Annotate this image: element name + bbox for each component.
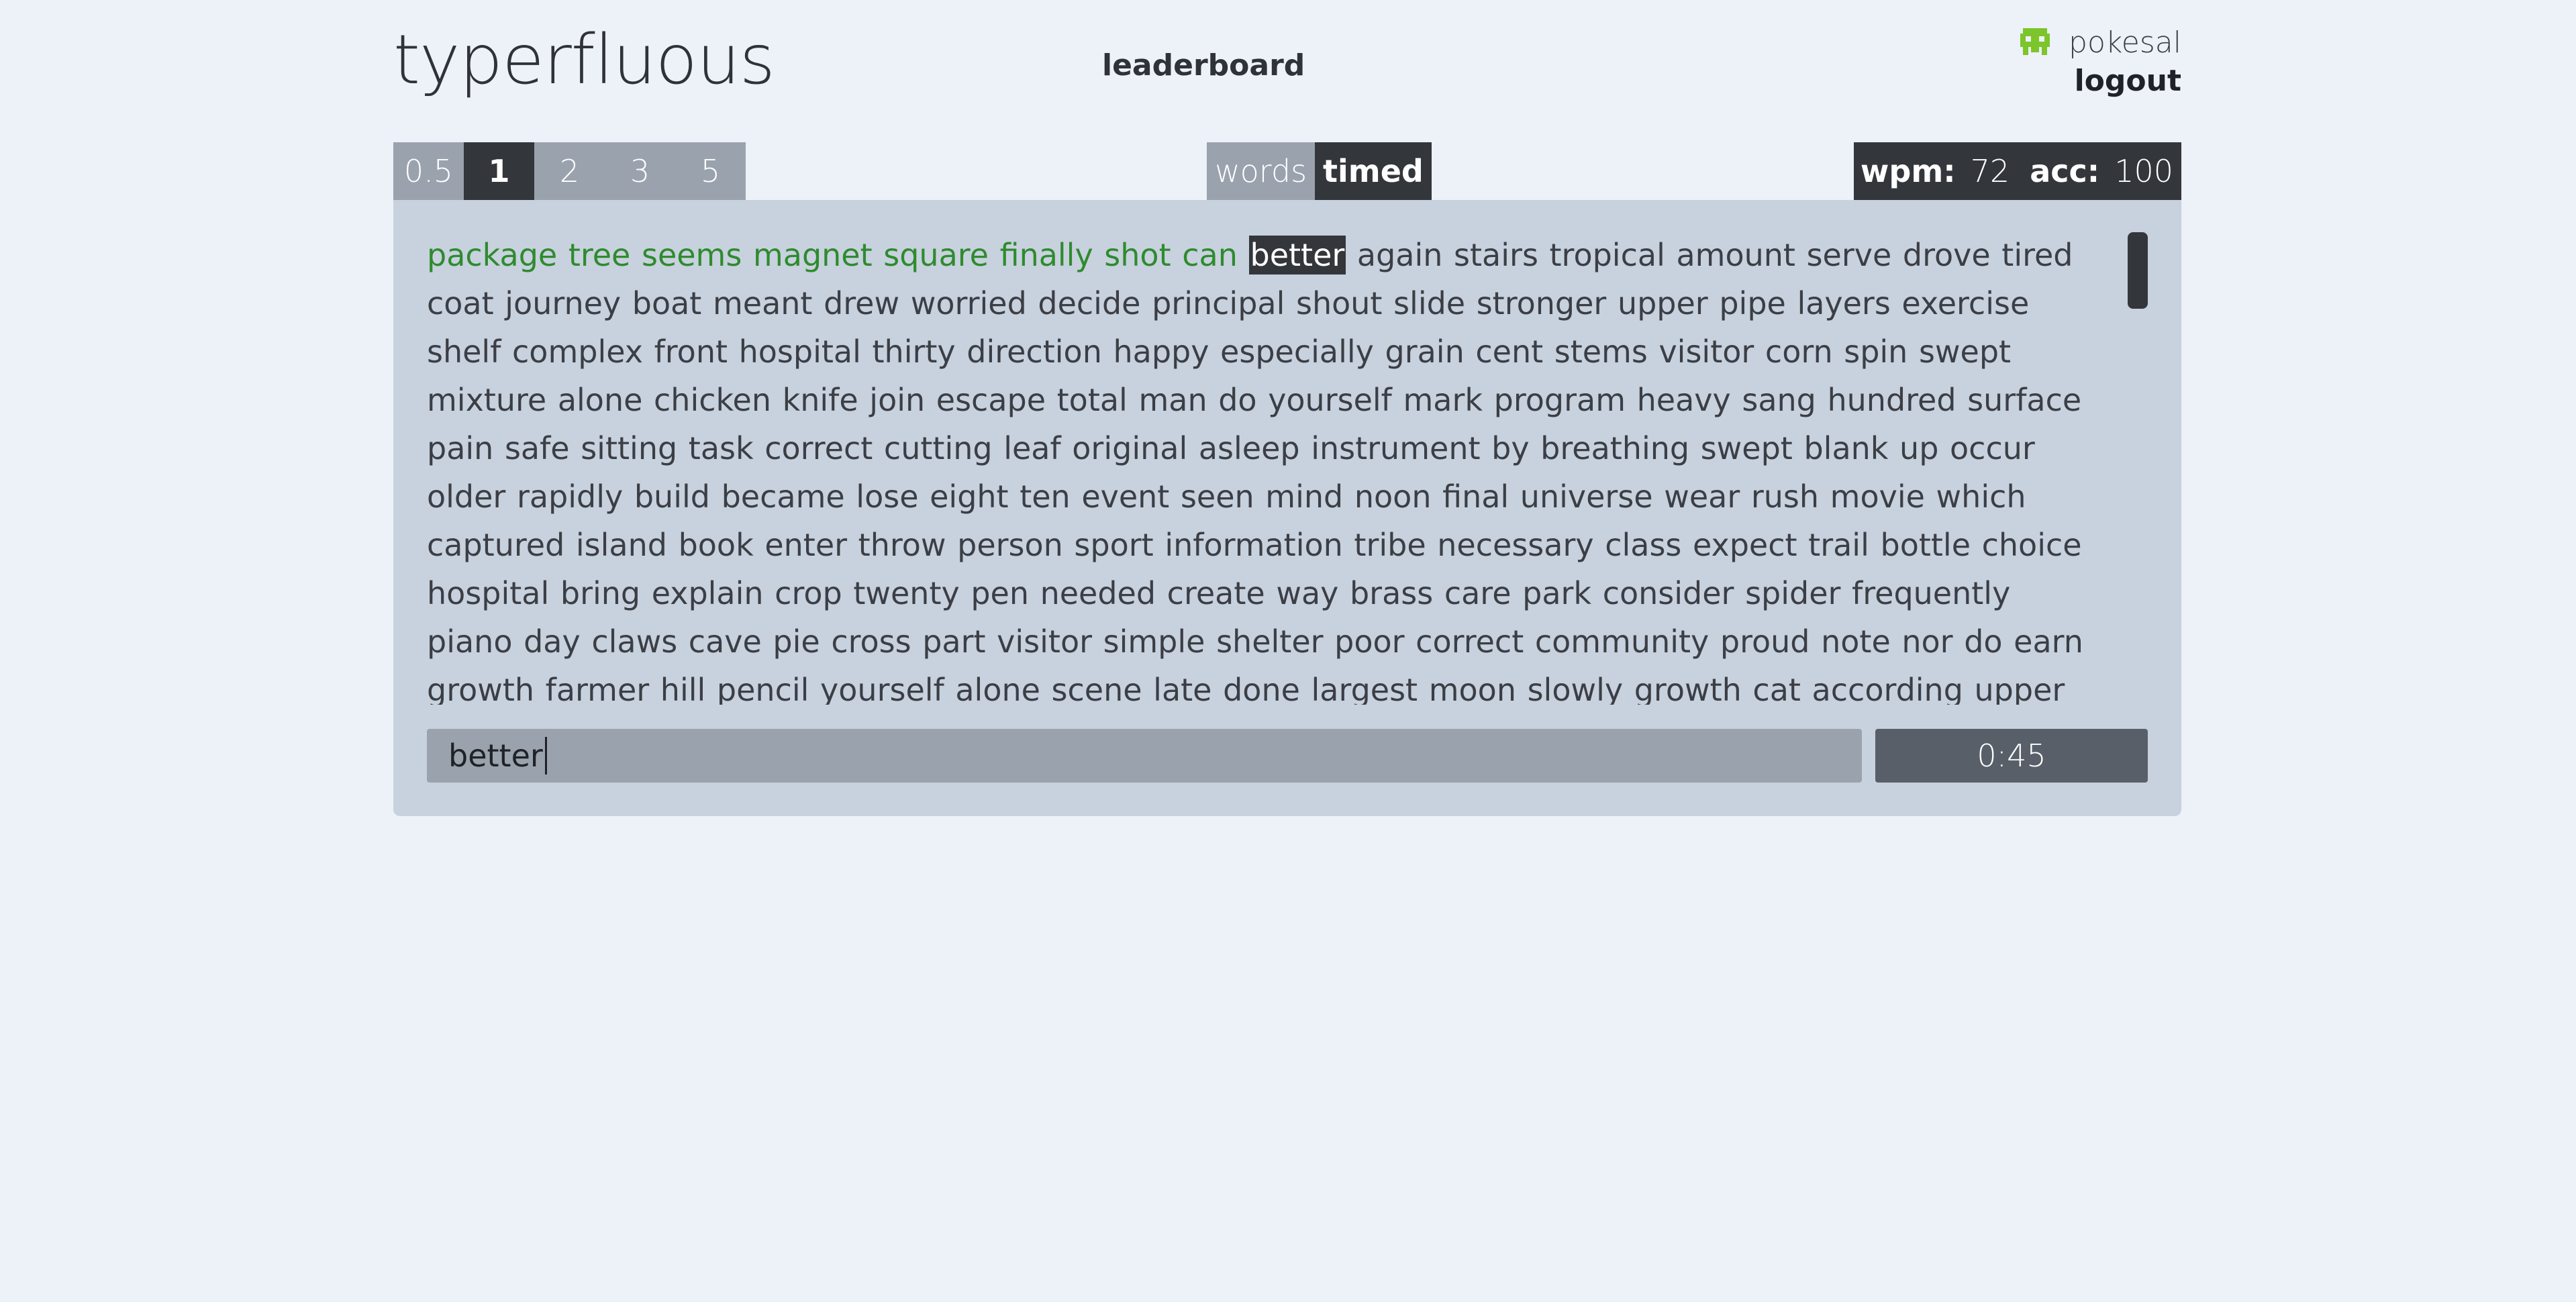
time-option-2[interactable]: 2 [534,142,605,200]
app-logo: typerfluous [393,20,775,100]
username[interactable]: pokesal [2069,26,2181,60]
typed-words: package tree seems magnet square finally… [427,237,1238,273]
acc-value: 100 [2114,153,2173,189]
mode-words-button[interactable]: words [1207,142,1316,200]
countdown-timer: 0:45 [1875,729,2148,783]
typing-input[interactable]: better [427,729,1862,783]
time-option-5[interactable]: 5 [675,142,746,200]
remaining-words: again stairs tropical amount serve drove… [427,237,2083,705]
mode-options: words timed [1207,142,1432,200]
stats-box: wpm: 72 acc: 100 [1853,142,2181,200]
time-option-1[interactable]: 1 [464,142,534,200]
words-scrollbar[interactable] [2128,232,2148,309]
time-option-0-5[interactable]: 0.5 [393,142,464,200]
typing-panel: package tree seems magnet square finally… [393,200,2181,816]
leaderboard-link[interactable]: leaderboard [1102,48,1305,83]
logout-link[interactable]: logout [2020,64,2181,98]
typing-input-value: better [448,738,543,774]
user-line: pokesal [2020,26,2181,60]
time-options: 0.5 1 2 3 5 [393,142,746,200]
pixel-invader-icon [2020,28,2050,58]
text-caret [544,737,547,774]
time-option-3[interactable]: 3 [605,142,675,200]
user-box: pokesal logout [2020,26,2181,98]
wpm-value: 72 [1970,153,2010,189]
words-text: package tree seems magnet square finally… [427,231,2105,705]
mode-timed-button[interactable]: timed [1315,142,1432,200]
wpm-label: wpm: [1860,153,1956,189]
current-word: better [1248,236,1346,274]
acc-label: acc: [2030,153,2100,189]
